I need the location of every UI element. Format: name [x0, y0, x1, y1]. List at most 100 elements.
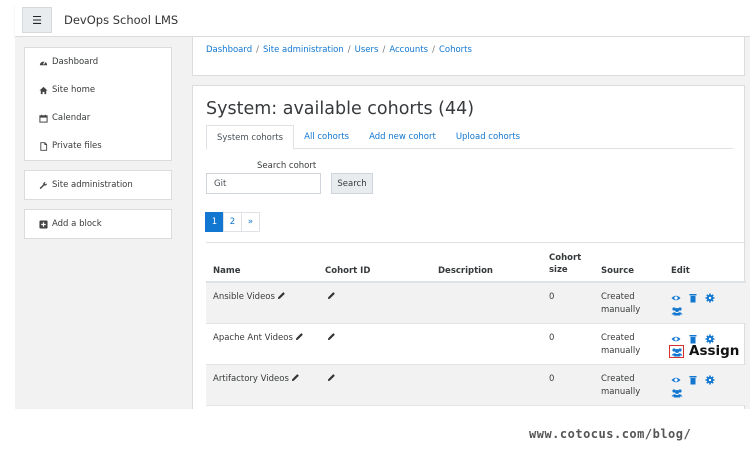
- cohort-name: Apache Ant Videos: [213, 333, 293, 343]
- cohort-tabs: System cohorts All cohorts Add new cohor…: [206, 125, 733, 150]
- watermark-text: www.cotocus.com/blog/: [529, 427, 692, 441]
- table-row: Ansible Videos 0 Created manually: [206, 283, 746, 324]
- table-row: Artifactory Videos 0 Created manually: [206, 365, 746, 406]
- main-region: Dashboard / Site administration / Users / Acco…: [192, 37, 746, 409]
- pencil-icon[interactable]: [277, 291, 286, 300]
- next-page-button[interactable]: »: [241, 212, 260, 232]
- nav-card-admin: Site administration: [24, 170, 172, 200]
- breadcrumb-separator: /: [432, 45, 435, 55]
- cohort-id-cell: [325, 373, 336, 386]
- cohort-source-cell: Created manually: [601, 332, 640, 358]
- cohort-name-cell: Apache Ant Videos: [213, 332, 304, 345]
- assign-users-icon[interactable]: [671, 306, 683, 316]
- breadcrumb-accounts[interactable]: Accounts: [389, 45, 428, 55]
- breadcrumb-cohorts[interactable]: Cohorts: [439, 45, 472, 55]
- nav-item-dashboard[interactable]: Dashboard: [25, 48, 171, 76]
- hamburger-icon: ☰: [32, 13, 42, 27]
- pencil-icon[interactable]: [327, 332, 336, 341]
- tab-add-new-cohort[interactable]: Add new cohort: [359, 125, 446, 149]
- eye-icon[interactable]: [671, 375, 681, 385]
- wrench-icon: [37, 181, 49, 190]
- nav-item-site-home[interactable]: Site home: [25, 76, 171, 104]
- tab-upload-cohorts[interactable]: Upload cohorts: [446, 125, 530, 149]
- nav-drawer: Dashboard Site home Calendar Private fil…: [24, 47, 172, 248]
- file-icon: [37, 141, 49, 151]
- nav-item-label: Private files: [52, 141, 102, 151]
- content-card: System: available cohorts (44) System co…: [192, 85, 746, 409]
- source-line2: manually: [601, 305, 641, 315]
- cohort-name-cell: Ansible Videos: [213, 291, 286, 304]
- add-block-button[interactable]: Add a block: [25, 210, 171, 238]
- gear-icon[interactable]: [705, 375, 715, 385]
- cohort-id-cell: [325, 332, 336, 345]
- nav-item-private-files[interactable]: Private files: [25, 132, 171, 160]
- source-line1: Created: [601, 374, 635, 384]
- nav-item-label: Site home: [52, 85, 96, 95]
- search-button[interactable]: Search: [331, 173, 373, 194]
- breadcrumb: Dashboard / Site administration / Users / Acco…: [206, 45, 472, 55]
- pencil-icon[interactable]: [327, 291, 336, 300]
- header-cohort-size: Cohort size: [549, 252, 581, 276]
- assign-users-icon[interactable]: [671, 347, 683, 357]
- pencil-icon[interactable]: [291, 373, 300, 382]
- page-2-button[interactable]: 2: [223, 212, 242, 232]
- cohort-source-cell: Created manually: [601, 373, 640, 399]
- table-row: Apache Ant Videos 0 Created manually Ass…: [206, 324, 746, 365]
- cohort-name: Ansible Videos: [213, 292, 275, 302]
- nav-item-calendar[interactable]: Calendar: [25, 104, 171, 132]
- menu-toggle-button[interactable]: ☰: [22, 7, 52, 33]
- page-header: Dashboard / Site administration / Users / Acco…: [192, 37, 745, 76]
- dashboard-icon: [37, 58, 49, 67]
- assign-annotation-label: Assign: [689, 343, 740, 359]
- search-label: Search cohort: [257, 161, 317, 171]
- eye-icon[interactable]: [671, 293, 681, 303]
- header-cohort-id[interactable]: Cohort ID: [325, 265, 370, 277]
- breadcrumb-dashboard[interactable]: Dashboard: [206, 45, 252, 55]
- trash-icon[interactable]: [688, 375, 698, 385]
- header-cohort-size-line1: Cohort: [549, 253, 582, 263]
- nav-item-label: Add a block: [52, 219, 102, 229]
- pencil-icon[interactable]: [327, 373, 336, 382]
- top-navbar: ☰ DevOps School LMS: [15, 4, 750, 37]
- gear-icon[interactable]: [705, 293, 715, 303]
- breadcrumb-users[interactable]: Users: [355, 45, 379, 55]
- calendar-icon: [37, 114, 49, 123]
- eye-icon[interactable]: [671, 334, 681, 344]
- nav-item-label: Dashboard: [52, 57, 99, 67]
- search-input[interactable]: [206, 173, 321, 194]
- nav-item-label: Calendar: [52, 113, 91, 123]
- breadcrumb-separator: /: [256, 45, 259, 55]
- nav-card-main: Dashboard Site home Calendar Private fil…: [24, 47, 172, 161]
- cohorts-table: Name Cohort ID Description Cohort size S…: [206, 242, 746, 406]
- page-title: System: available cohorts (44): [206, 99, 475, 119]
- nav-card-block: Add a block: [24, 209, 172, 239]
- header-name[interactable]: Name: [213, 265, 240, 277]
- assign-users-icon[interactable]: [671, 388, 683, 398]
- source-line2: manually: [601, 387, 641, 397]
- cohort-size-cell: 0: [549, 374, 555, 384]
- cohort-name: Artifactory Videos: [213, 374, 289, 384]
- header-cohort-size-line2: size: [549, 265, 568, 275]
- cohort-source-cell: Created manually: [601, 291, 640, 317]
- home-icon: [37, 86, 49, 95]
- source-line1: Created: [601, 292, 635, 302]
- pagination: 1 2 »: [205, 212, 260, 232]
- tab-all-cohorts[interactable]: All cohorts: [294, 125, 359, 149]
- source-line1: Created: [601, 333, 635, 343]
- nav-item-label: Site administration: [52, 180, 133, 190]
- site-name[interactable]: DevOps School LMS: [64, 13, 178, 27]
- tab-system-cohorts[interactable]: System cohorts: [206, 125, 295, 150]
- header-description: Description: [438, 266, 493, 276]
- cohort-name-cell: Artifactory Videos: [213, 373, 300, 386]
- source-line2: manually: [601, 346, 641, 356]
- breadcrumb-separator: /: [382, 45, 386, 55]
- cohort-size-cell: 0: [549, 333, 555, 343]
- breadcrumb-site-administration[interactable]: Site administration: [263, 45, 344, 55]
- page-1-button[interactable]: 1: [205, 212, 224, 232]
- trash-icon[interactable]: [688, 293, 698, 303]
- pencil-icon[interactable]: [295, 332, 304, 341]
- plus-square-icon: [37, 219, 49, 229]
- nav-item-site-administration[interactable]: Site administration: [25, 171, 171, 199]
- cohort-id-cell: [325, 291, 336, 304]
- breadcrumb-separator: /: [347, 45, 351, 55]
